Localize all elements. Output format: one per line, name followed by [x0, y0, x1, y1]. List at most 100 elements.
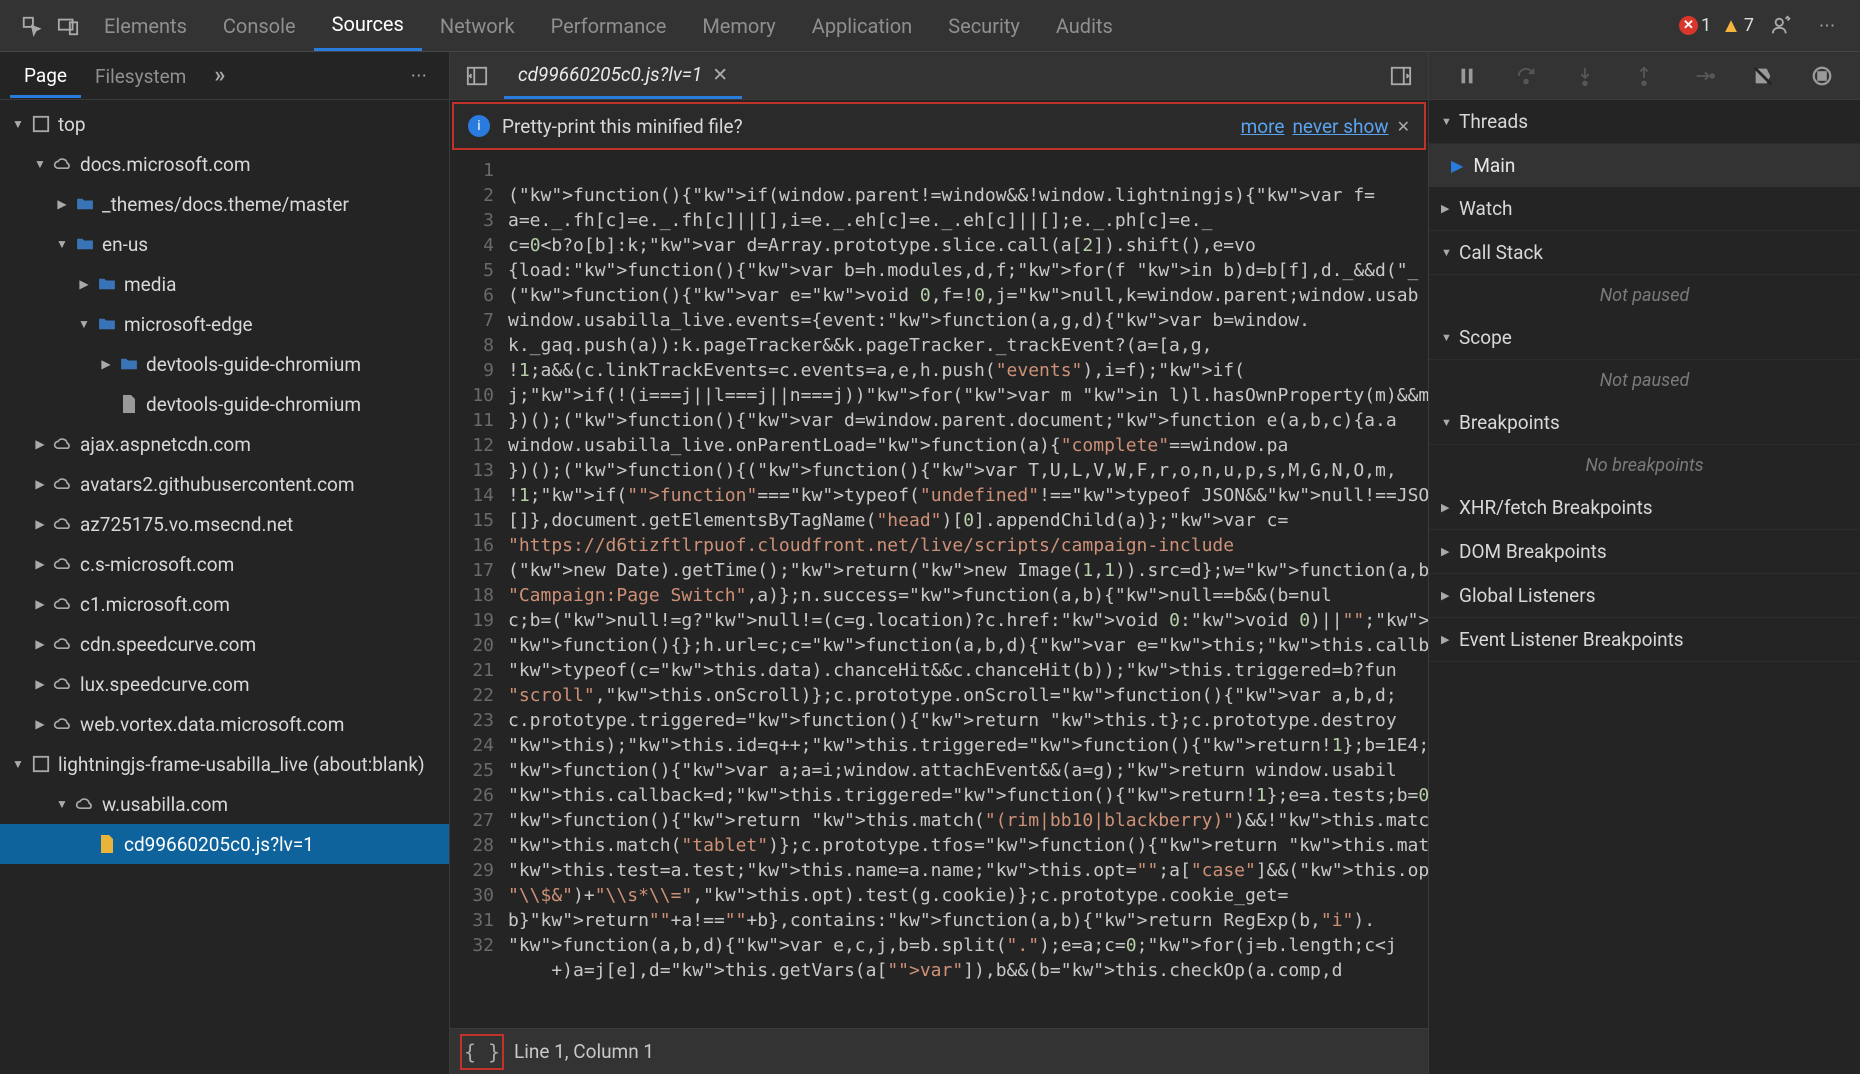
code-editor[interactable]: 1234567891011121314151617181920212223242… [450, 150, 1428, 1028]
pretty-print-infobar: i Pretty-print this minified file? more … [452, 102, 1426, 150]
error-count[interactable]: ✕ 1 [1679, 15, 1711, 36]
section-event-listener-breakpoints[interactable]: ▶Event Listener Breakpoints [1429, 618, 1860, 662]
cloud-icon [50, 157, 76, 171]
tab-security[interactable]: Security [930, 2, 1038, 50]
tab-sources[interactable]: Sources [314, 0, 422, 51]
toggle-navigator-icon[interactable] [456, 55, 498, 97]
tree-docs-microsoft[interactable]: ▼ docs.microsoft.com [0, 144, 449, 184]
tree-vortex[interactable]: ▶ web.vortex.data.microsoft.com [0, 704, 449, 744]
tree-jsfile-selected[interactable]: cd99660205c0.js?lv=1 [0, 824, 449, 864]
line-gutter: 1234567891011121314151617181920212223242… [450, 150, 502, 1028]
warning-count[interactable]: ▲ 7 [1721, 13, 1754, 38]
error-icon: ✕ [1679, 16, 1698, 35]
tree-az[interactable]: ▶ az725175.vo.msecnd.net [0, 504, 449, 544]
cloud-icon [50, 597, 76, 611]
close-infobar-icon[interactable]: ✕ [1397, 117, 1410, 136]
step-over-button [1509, 59, 1543, 93]
code-content: ("kw">function(){"kw">if(window.parent!=… [502, 150, 1428, 1028]
nav-tab-page[interactable]: Page [10, 54, 81, 98]
debugger-toolbar [1429, 52, 1860, 100]
tab-network[interactable]: Network [422, 2, 533, 50]
nav-more-icon[interactable]: » [206, 57, 233, 94]
section-global-listeners[interactable]: ▶Global Listeners [1429, 574, 1860, 618]
tree-avatars[interactable]: ▶ avatars2.githubusercontent.com [0, 464, 449, 504]
tab-performance[interactable]: Performance [533, 2, 685, 50]
tree-enus[interactable]: ▼ en-us [0, 224, 449, 264]
section-dom-breakpoints[interactable]: ▶DOM Breakpoints [1429, 530, 1860, 574]
file-tree[interactable]: ▼ top ▼ docs.microsoft.com ▶ _themes/doc… [0, 100, 449, 1074]
tab-audits[interactable]: Audits [1038, 2, 1131, 50]
tree-cdnsc[interactable]: ▶ cdn.speedcurve.com [0, 624, 449, 664]
pause-on-exceptions-button[interactable] [1805, 59, 1839, 93]
error-count-value: 1 [1701, 15, 1711, 36]
pretty-never-show-link[interactable]: never show [1292, 115, 1388, 138]
section-xhr-breakpoints[interactable]: ▶XHR/fetch Breakpoints [1429, 486, 1860, 530]
cloud-icon [50, 717, 76, 731]
cursor-position: Line 1, Column 1 [514, 1040, 654, 1063]
folder-icon [94, 277, 120, 291]
cloud-icon [50, 477, 76, 491]
tree-lux[interactable]: ▶ lux.speedcurve.com [0, 664, 449, 704]
device-toolbar-icon[interactable] [50, 8, 86, 44]
file-tab-label: cd99660205c0.js?lv=1 [518, 63, 702, 86]
step-out-button [1627, 59, 1661, 93]
section-threads[interactable]: ▼Threads [1429, 100, 1860, 144]
open-file-tab[interactable]: cd99660205c0.js?lv=1 ✕ [504, 52, 742, 99]
tree-c1ms[interactable]: ▶ c1.microsoft.com [0, 584, 449, 624]
folder-icon [94, 317, 120, 331]
settings-dots-icon[interactable]: ⋯ [1810, 8, 1846, 44]
feedback-icon[interactable] [1764, 8, 1800, 44]
tree-media[interactable]: ▶ media [0, 264, 449, 304]
folder-icon [116, 357, 142, 371]
tab-memory[interactable]: Memory [684, 2, 793, 50]
tree-guide-file[interactable]: devtools-guide-chromium [0, 384, 449, 424]
file-tab-bar: cd99660205c0.js?lv=1 ✕ [450, 52, 1428, 100]
step-into-button [1568, 59, 1602, 93]
pretty-more-link[interactable]: more [1241, 115, 1285, 138]
cloud-icon [50, 637, 76, 651]
folder-icon [72, 197, 98, 211]
tree-csms[interactable]: ▶ c.s-microsoft.com [0, 544, 449, 584]
current-thread-icon: ▶ [1451, 156, 1463, 175]
frame-icon [28, 115, 54, 133]
tree-themes[interactable]: ▶ _themes/docs.theme/master [0, 184, 449, 224]
close-tab-icon[interactable]: ✕ [712, 63, 728, 86]
js-file-icon [94, 835, 120, 853]
inspect-element-icon[interactable] [14, 8, 50, 44]
frame-icon [28, 755, 54, 773]
section-callstack[interactable]: ▼Call Stack [1429, 231, 1860, 275]
tab-console[interactable]: Console [205, 2, 314, 50]
tree-wusabilla[interactable]: ▼ w.usabilla.com [0, 784, 449, 824]
thread-main[interactable]: ▶Main [1429, 144, 1860, 187]
warning-icon: ▲ [1721, 13, 1741, 38]
cloud-icon [50, 517, 76, 531]
cloud-icon [50, 437, 76, 451]
tab-elements[interactable]: Elements [86, 2, 205, 50]
tree-ajax[interactable]: ▶ ajax.aspnetcdn.com [0, 424, 449, 464]
section-breakpoints[interactable]: ▼Breakpoints [1429, 401, 1860, 445]
nav-overflow-icon[interactable]: ⋯ [401, 60, 440, 92]
navigator-panel: Page Filesystem » ⋯ ▼ top ▼ docs.microso… [0, 52, 450, 1074]
editor-panel: cd99660205c0.js?lv=1 ✕ i Pretty-print th… [450, 52, 1428, 1074]
file-icon [116, 395, 142, 413]
section-watch[interactable]: ▶Watch [1429, 187, 1860, 231]
cloud-icon [50, 677, 76, 691]
tree-top[interactable]: ▼ top [0, 104, 449, 144]
cloud-icon [50, 557, 76, 571]
tab-application[interactable]: Application [794, 2, 930, 50]
folder-icon [72, 237, 98, 251]
toggle-debugger-icon[interactable] [1380, 55, 1422, 97]
cloud-icon [72, 797, 98, 811]
deactivate-breakpoints-button[interactable] [1746, 59, 1780, 93]
pretty-print-button[interactable]: { } [460, 1034, 504, 1070]
section-scope[interactable]: ▼Scope [1429, 316, 1860, 360]
tree-lightning-frame[interactable]: ▼ lightningjs-frame-usabilla_live (about… [0, 744, 449, 784]
pause-button[interactable] [1450, 59, 1484, 93]
warning-count-value: 7 [1744, 15, 1754, 36]
tree-guide-folder[interactable]: ▶ devtools-guide-chromium [0, 344, 449, 384]
nav-tab-filesystem[interactable]: Filesystem [81, 55, 200, 96]
debugger-panel: ▼Threads ▶Main ▶Watch ▼Call Stack Not pa… [1428, 52, 1860, 1074]
info-icon: i [468, 115, 490, 137]
pretty-print-message: Pretty-print this minified file? [502, 115, 743, 138]
tree-microsoft-edge[interactable]: ▼ microsoft-edge [0, 304, 449, 344]
